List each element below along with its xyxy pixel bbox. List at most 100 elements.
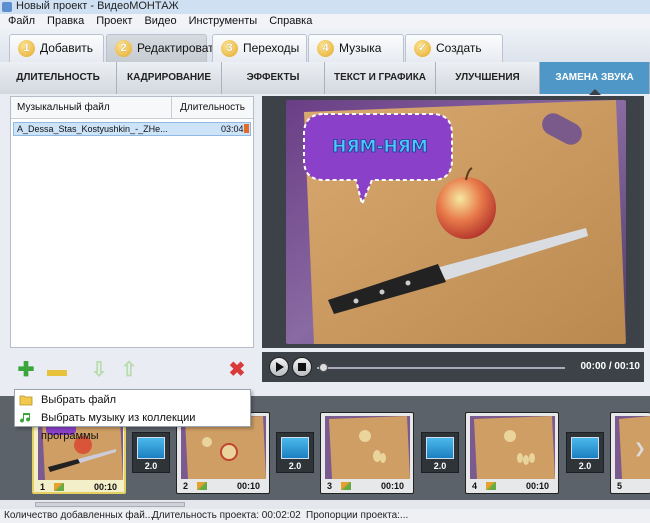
clip-thumbnail xyxy=(470,416,555,479)
menu-item-music-collection[interactable]: Выбрать музыку из коллекции программы xyxy=(15,409,250,442)
seek-handle[interactable] xyxy=(319,363,328,372)
transition-icon xyxy=(571,437,599,459)
step-music[interactable]: 4 Музыка xyxy=(308,34,404,62)
status-project-duration: Длительность проекта: 00:02:02 xyxy=(152,510,301,521)
tab-crop[interactable]: КАДРИРОВАНИЕ xyxy=(117,62,222,94)
title-bar: Новый проект - ВидеоМОНТАЖ xyxy=(0,0,650,14)
timeline-clip-4[interactable]: 4 00:10 xyxy=(465,412,559,494)
pencil-icon[interactable] xyxy=(486,482,496,490)
status-aspect-ratio: Пропорции проекта:... xyxy=(306,510,409,521)
step-number-icon: 4 xyxy=(317,40,334,57)
step-number-icon: 1 xyxy=(18,40,35,57)
status-bar: Количество добавленных фай... Длительнос… xyxy=(0,509,650,523)
play-icon xyxy=(276,362,284,372)
clip-number: 1 xyxy=(40,482,46,492)
step-label: Создать xyxy=(436,41,482,55)
clip-duration: 00:10 xyxy=(381,481,405,491)
music-note-icon xyxy=(20,413,31,423)
tab-audio-replace[interactable]: ЗАМЕНА ЗВУКА xyxy=(540,62,650,95)
player-bar: 00:00 / 00:10 xyxy=(262,352,644,382)
menu-file[interactable]: Файл xyxy=(0,14,39,29)
add-button[interactable]: ✚ xyxy=(15,360,37,382)
check-icon: ✓ xyxy=(414,40,431,57)
transition-duration: 2.0 xyxy=(144,461,158,471)
app-icon xyxy=(2,2,12,12)
stop-button[interactable] xyxy=(292,357,312,377)
menu-bar: Файл Правка Проект Видео Инструменты Справка xyxy=(0,14,650,29)
delete-button[interactable]: ✖ xyxy=(226,360,248,382)
step-label: Редактировать xyxy=(137,41,220,55)
seek-track[interactable] xyxy=(317,367,565,369)
play-button[interactable] xyxy=(269,357,289,377)
workflow-steps: 1 Добавить 2 Редактировать 3 Переходы 4 Музы… xyxy=(0,29,650,62)
step-number-icon: 3 xyxy=(221,40,238,57)
transition[interactable]: 2.0 xyxy=(276,432,314,473)
menu-help[interactable]: Справка xyxy=(261,14,316,29)
stop-icon xyxy=(298,363,306,371)
tab-text-graphics[interactable]: ТЕКСТ И ГРАФИКА xyxy=(325,62,436,94)
clip-duration: 00:10 xyxy=(94,482,118,492)
clip-duration: 00:10 xyxy=(526,481,550,491)
music-file-duration: 03:04 xyxy=(221,124,244,134)
audio-edit-icon[interactable] xyxy=(244,124,249,133)
scrollbar-thumb[interactable] xyxy=(35,502,185,507)
pencil-icon[interactable] xyxy=(341,482,351,490)
menu-project[interactable]: Проект xyxy=(88,14,136,29)
timeline-scrollbar[interactable] xyxy=(0,500,650,509)
status-clip-count: Количество добавленных фай... xyxy=(4,510,154,521)
transition[interactable]: 2.0 xyxy=(566,432,604,473)
clip-number: 4 xyxy=(472,481,478,491)
caption-text: НЯМ-НЯМ xyxy=(332,137,428,157)
tab-effects[interactable]: ЭФФЕКТЫ xyxy=(222,62,325,94)
folder-icon xyxy=(19,395,33,406)
transition-duration: 2.0 xyxy=(578,461,592,471)
step-label: Добавить xyxy=(40,41,94,55)
clip-number: 2 xyxy=(183,481,189,491)
menu-edit[interactable]: Правка xyxy=(39,14,88,29)
step-add[interactable]: 1 Добавить xyxy=(9,34,104,62)
clip-number: 5 xyxy=(617,481,623,491)
tab-photo-duration[interactable]: ДЛИТЕЛЬНОСТЬ ФОТО xyxy=(0,62,117,115)
timeline-clip-3[interactable]: 3 00:10 xyxy=(320,412,414,494)
step-create[interactable]: ✓ Создать xyxy=(405,34,503,62)
step-number-icon: 2 xyxy=(115,40,132,57)
edit-tabs: ДЛИТЕЛЬНОСТЬ ФОТО КАДРИРОВАНИЕ ЭФФЕКТЫ Т… xyxy=(0,62,650,115)
move-down-button[interactable]: ⇩ xyxy=(88,360,110,382)
transition-icon xyxy=(426,437,454,459)
time-readout: 00:00 / 00:10 xyxy=(580,361,641,372)
list-header: Музыкальный файл Длительность xyxy=(11,97,253,119)
transition[interactable]: 2.0 xyxy=(421,432,459,473)
column-file[interactable]: Музыкальный файл xyxy=(17,97,110,119)
step-transitions[interactable]: 3 Переходы xyxy=(212,34,307,62)
music-file-name: A_Dessa_Stas_Kostyushkin_-_ZHe... xyxy=(17,124,168,134)
music-toolbar: ✚ ▬ ⇩ ⇧ ✖ xyxy=(0,352,260,390)
chevron-right-icon[interactable]: ❯ xyxy=(634,440,646,457)
tab-enhancements[interactable]: УЛУЧШЕНИЯ xyxy=(436,62,540,94)
add-music-menu: Выбрать файл Выбрать музыку из коллекции… xyxy=(14,389,251,442)
step-edit[interactable]: 2 Редактировать xyxy=(106,34,220,62)
step-label: Переходы xyxy=(243,41,300,55)
step-label: Музыка xyxy=(339,41,382,55)
preview-frame: НЯМ-НЯМ xyxy=(286,100,626,344)
menu-item-label: Выбрать файл xyxy=(41,394,117,406)
list-item[interactable]: A_Dessa_Stas_Kostyushkin_-_ZHe... 03:04 xyxy=(13,122,251,136)
pencil-icon[interactable] xyxy=(197,482,207,490)
transition-icon xyxy=(281,437,309,459)
preview-panel: НЯМ-НЯМ xyxy=(262,96,644,348)
transition-duration: 2.0 xyxy=(288,461,302,471)
window-title: Новый проект - ВидеоМОНТАЖ xyxy=(16,0,179,12)
menu-tools[interactable]: Инструменты xyxy=(181,14,262,29)
pencil-icon[interactable] xyxy=(54,483,64,491)
transition[interactable]: 2.0 xyxy=(132,432,170,473)
move-up-button[interactable]: ⇧ xyxy=(118,360,140,382)
clip-duration: 00:10 xyxy=(237,481,261,491)
column-duration[interactable]: Длительность xyxy=(171,97,253,119)
clip-number: 3 xyxy=(327,481,333,491)
preview-image: НЯМ-НЯМ xyxy=(286,100,626,344)
transition-icon xyxy=(137,437,165,459)
music-file-list: Музыкальный файл Длительность A_Dessa_St… xyxy=(10,96,254,348)
clip-thumbnail xyxy=(325,416,410,479)
menu-video[interactable]: Видео xyxy=(136,14,180,29)
remove-button[interactable]: ▬ xyxy=(46,360,68,382)
menu-item-choose-file[interactable]: Выбрать файл xyxy=(15,391,250,409)
